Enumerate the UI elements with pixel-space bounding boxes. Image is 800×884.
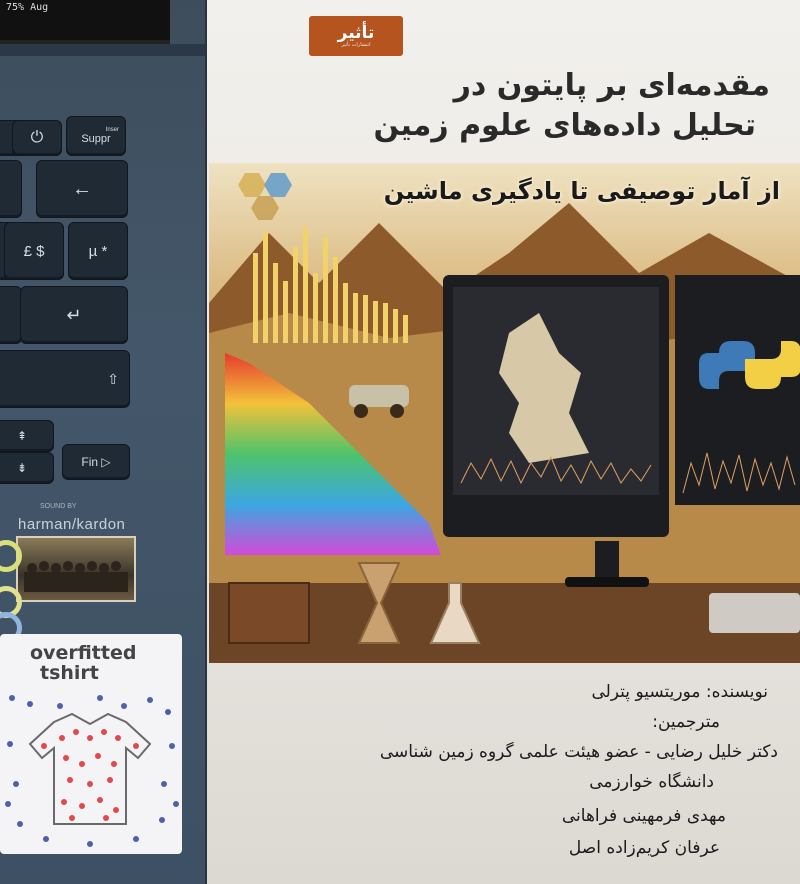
suppr-label: Suppr — [81, 133, 111, 145]
shift-key[interactable]: ⇧ — [0, 350, 130, 408]
overfitted-tshirt-sticker: overfitted tshirt — [0, 634, 182, 854]
publisher-logo-subtext: انتشارات تأثیر — [341, 41, 371, 48]
backspace-key[interactable]: ← — [36, 160, 128, 218]
translators-label: مترجمین: — [652, 712, 720, 732]
asterisk-key[interactable]: µ * — [68, 222, 128, 280]
brand-sub-label: SOUND BY — [40, 503, 77, 510]
book-title-line2: تحلیل داده‌های علوم زمین — [373, 108, 756, 143]
tshirt-scatter-icon — [5, 695, 179, 847]
cover-artwork — [209, 163, 800, 663]
battery-status: 75% Aug — [6, 2, 49, 13]
enter-key[interactable]: ↵ — [20, 286, 128, 344]
translator-3: عرفان کریم‌زاده اصل — [568, 838, 720, 858]
author-line: نویسنده: موریتسیو پترلی — [591, 682, 768, 702]
fin-key[interactable]: Fin ▷ — [62, 444, 130, 480]
cover-illustration: از آمار توصیفی تا یادگیری ماشین — [209, 163, 800, 663]
dollar-key[interactable]: £ $ — [4, 222, 64, 280]
suppr-key[interactable]: Inser Suppr — [66, 116, 126, 156]
page-up-key[interactable]: ⇞ — [0, 420, 54, 452]
university-line: دانشگاه خوارزمی — [589, 772, 714, 792]
book-title-line1: مقدمه‌ای بر پایتون در — [453, 68, 770, 103]
laptop-screen: 75% Aug — [0, 0, 170, 44]
publisher-logo: تأثیر انتشارات تأثیر — [309, 16, 403, 56]
laptop-hinge — [0, 44, 205, 56]
key-partial-4[interactable] — [0, 286, 22, 344]
laptop: 75% Aug ⏻ Inser Suppr ← £ $ µ * ↵ ⇧ ⇞ ⇟ … — [0, 0, 208, 884]
translator-1: دکتر خلیل رضایی - عضو هیئت علمی گروه زمی… — [379, 742, 778, 762]
publisher-logo-text: تأثیر — [337, 22, 375, 43]
page-down-key[interactable]: ⇟ — [0, 452, 54, 484]
book-subtitle: از آمار توصیفی تا یادگیری ماشین — [383, 177, 780, 205]
group-photo-image — [24, 561, 128, 592]
power-key[interactable]: ⏻ — [12, 120, 62, 156]
translator-2: مهدی فرمهینی فراهانی — [561, 806, 726, 826]
book-cover: تأثیر انتشارات تأثیر مقدمه‌ای بر پایتون … — [207, 0, 800, 884]
key-partial-2[interactable] — [0, 160, 22, 218]
harman-kardon-logo: harman/kardon — [18, 516, 126, 533]
group-photo-sticker — [16, 536, 136, 602]
